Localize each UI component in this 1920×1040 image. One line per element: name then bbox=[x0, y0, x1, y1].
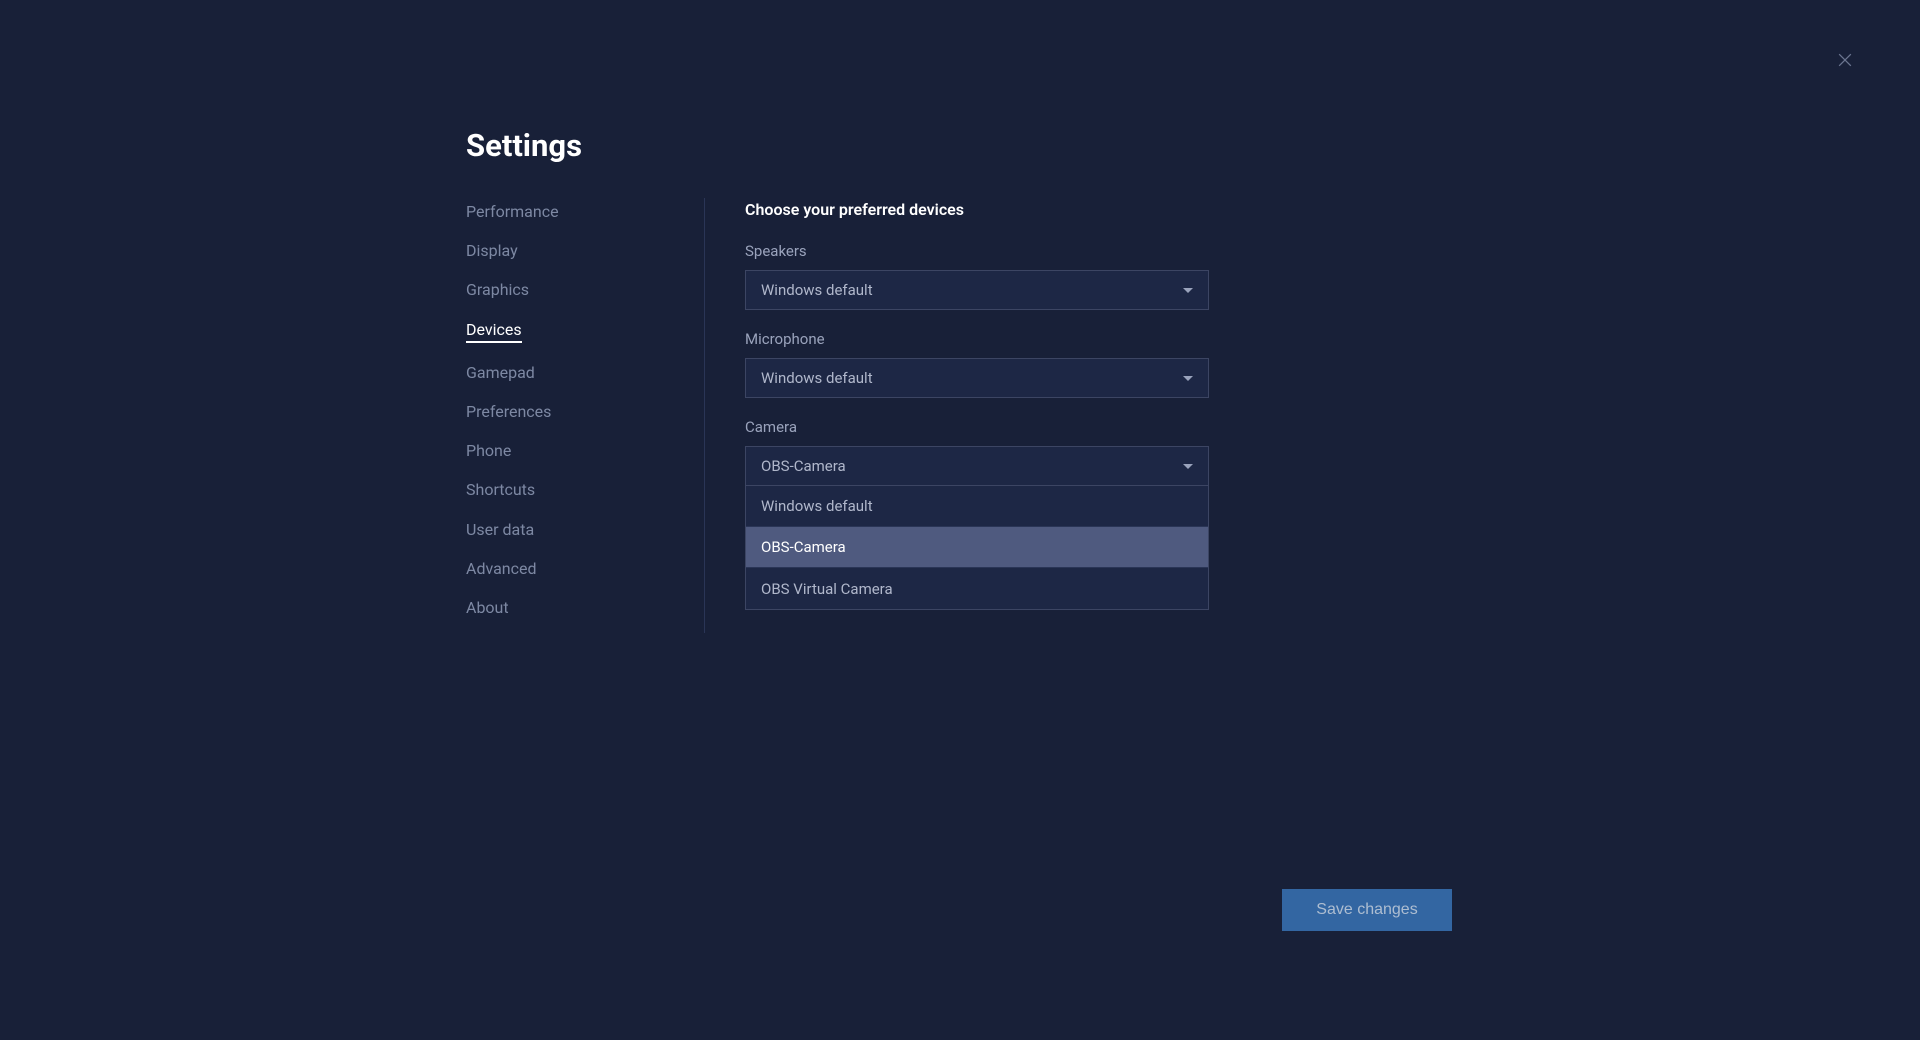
sidebar-item-display[interactable]: Display bbox=[466, 241, 559, 260]
panel-heading: Choose your preferred devices bbox=[745, 200, 1210, 219]
speakers-field: Speakers Windows default bbox=[745, 242, 1210, 310]
speakers-dropdown[interactable]: Windows default bbox=[745, 270, 1209, 310]
camera-option-obs-camera[interactable]: OBS-Camera bbox=[746, 527, 1208, 568]
speakers-label: Speakers bbox=[745, 242, 1210, 260]
microphone-dropdown[interactable]: Windows default bbox=[745, 358, 1209, 398]
sidebar-item-performance[interactable]: Performance bbox=[466, 202, 559, 221]
speakers-value: Windows default bbox=[761, 281, 873, 299]
camera-option-obs-virtual-camera[interactable]: OBS Virtual Camera bbox=[746, 568, 1208, 609]
settings-sidebar: Performance Display Graphics Devices Gam… bbox=[466, 202, 559, 637]
save-changes-button[interactable]: Save changes bbox=[1282, 889, 1452, 931]
sidebar-item-phone[interactable]: Phone bbox=[466, 441, 559, 460]
microphone-value: Windows default bbox=[761, 369, 873, 387]
sidebar-item-about[interactable]: About bbox=[466, 598, 559, 617]
close-button[interactable] bbox=[1835, 50, 1855, 70]
camera-field: Camera OBS-Camera Windows default OBS-Ca… bbox=[745, 418, 1210, 610]
sidebar-item-preferences[interactable]: Preferences bbox=[466, 402, 559, 421]
sidebar-item-shortcuts[interactable]: Shortcuts bbox=[466, 480, 559, 499]
chevron-down-icon bbox=[1183, 288, 1193, 293]
microphone-field: Microphone Windows default bbox=[745, 330, 1210, 398]
sidebar-item-user-data[interactable]: User data bbox=[466, 520, 559, 539]
page-title: Settings bbox=[466, 127, 582, 164]
chevron-down-icon bbox=[1183, 464, 1193, 469]
camera-option-windows-default[interactable]: Windows default bbox=[746, 486, 1208, 527]
camera-label: Camera bbox=[745, 418, 1210, 436]
sidebar-item-devices[interactable]: Devices bbox=[466, 320, 522, 343]
sidebar-item-graphics[interactable]: Graphics bbox=[466, 280, 559, 299]
microphone-label: Microphone bbox=[745, 330, 1210, 348]
sidebar-item-advanced[interactable]: Advanced bbox=[466, 559, 559, 578]
camera-dropdown[interactable]: OBS-Camera bbox=[745, 446, 1209, 486]
camera-value: OBS-Camera bbox=[761, 457, 846, 475]
devices-panel: Choose your preferred devices Speakers W… bbox=[745, 200, 1210, 630]
close-icon bbox=[1835, 50, 1855, 70]
chevron-down-icon bbox=[1183, 376, 1193, 381]
camera-dropdown-list: Windows default OBS-Camera OBS Virtual C… bbox=[745, 486, 1209, 610]
vertical-divider bbox=[704, 198, 705, 633]
sidebar-item-gamepad[interactable]: Gamepad bbox=[466, 363, 559, 382]
